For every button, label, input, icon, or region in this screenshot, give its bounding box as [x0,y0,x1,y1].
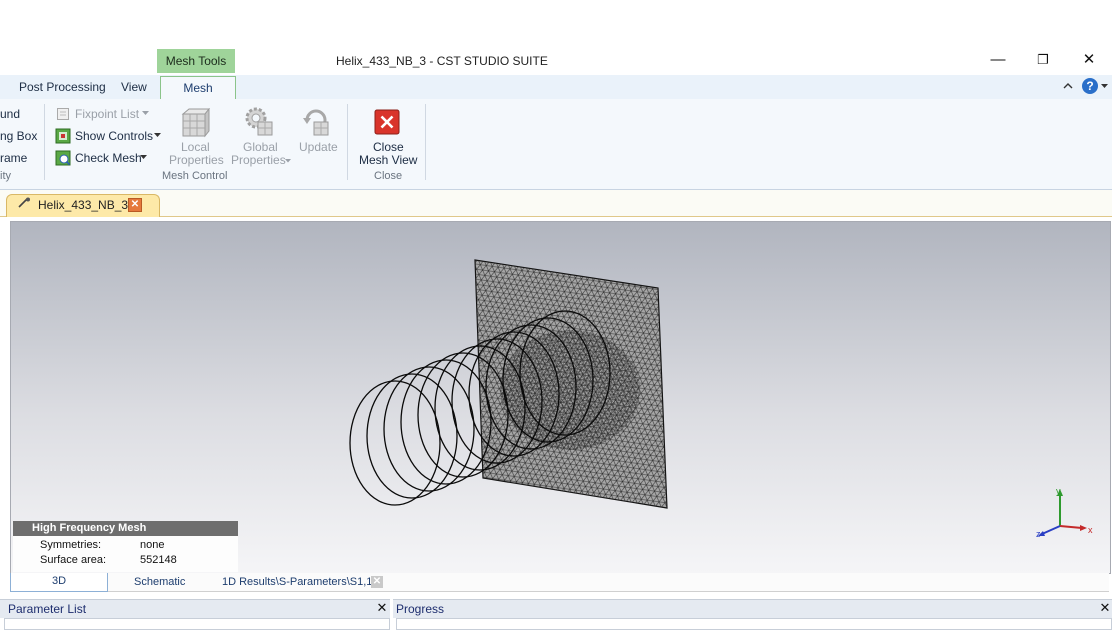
ribbon-separator [347,104,348,180]
show-controls-dropdown-icon[interactable] [154,133,161,138]
mesh-control-group-label: Mesh Control [162,170,228,182]
global-properties-label-2[interactable]: Properties [231,153,286,167]
mesh-info-value: 552148 [140,554,177,566]
global-properties-dropdown-icon[interactable] [285,159,291,163]
ribbon-clipped-item[interactable]: und [0,107,20,121]
view-tab-schematic[interactable]: Schematic [134,574,185,590]
axis-y-label: y [1056,486,1061,496]
axis-z-label: z [1036,529,1041,539]
window-title: Helix_433_NB_3 - CST STUDIO SUITE [336,54,548,68]
close-window-button[interactable]: ✕ [1075,48,1103,72]
help-icon[interactable]: ? [1082,78,1098,94]
mesh-model [349,259,668,509]
fixpoint-list-icon [57,108,69,120]
check-mesh-button[interactable]: Check Mesh [75,151,142,165]
parameter-list-body[interactable] [4,618,390,630]
close-view-tab-icon[interactable]: ✕ [371,576,383,588]
close-mesh-view-label-2[interactable]: Mesh View [359,153,417,167]
minimize-button[interactable]: — [984,48,1012,72]
local-properties-label-1[interactable]: Local [181,140,210,154]
minimize-ribbon-icon[interactable] [1063,81,1073,91]
local-properties-label-2[interactable]: Properties [169,153,224,167]
close-tab-icon[interactable]: ✕ [128,198,142,212]
show-controls-button[interactable]: Show Controls [75,129,153,143]
fixpoint-list-button[interactable]: Fixpoint List [75,107,139,121]
close-mesh-view-label-1[interactable]: Close [373,140,404,154]
mesh-info-key: Symmetries: [40,539,102,551]
ribbon-separator [44,104,45,180]
axis-triad [1038,489,1087,536]
context-tab-mesh-tools: Mesh Tools [157,49,235,73]
project-file-icon [18,197,30,208]
progress-header: Progress [393,599,1112,618]
tab-post-processing[interactable]: Post Processing [19,75,106,99]
help-dropdown-icon[interactable] [1101,84,1108,89]
close-parameter-list-button[interactable]: ✕ [375,599,389,617]
parameter-list-header: Parameter List [0,599,390,618]
tab-mesh[interactable]: Mesh [160,76,236,101]
ribbon-clipped-item[interactable]: ng Box [0,129,37,143]
ribbon-separator [425,104,426,180]
check-mesh-icon [55,150,71,166]
show-controls-icon [55,128,71,144]
progress-body[interactable] [396,618,1112,630]
mesh-info-key: Surface area: [40,554,107,566]
update-button[interactable]: Update [299,140,338,154]
close-progress-button[interactable]: ✕ [1098,599,1112,617]
view-tab-s-parameters[interactable]: 1D Results\S-Parameters\S1,1 [222,574,372,590]
view-tab-3d[interactable]: 3D [10,573,108,592]
local-properties-icon [181,108,210,138]
check-mesh-dropdown-icon[interactable] [140,155,147,160]
mesh-info-title: High Frequency Mesh [13,521,238,536]
fixpoint-dropdown-icon[interactable] [142,111,149,116]
restore-button[interactable]: ❐ [1029,48,1057,72]
close-mesh-view-icon [374,109,400,135]
document-tab-strip [0,190,1112,217]
axis-x-label: x [1088,525,1093,535]
ribbon-clipped-group-label: ity [0,170,11,182]
ribbon-clipped-item[interactable]: rame [0,151,27,165]
update-icon [303,109,329,136]
global-properties-label-1[interactable]: Global [243,140,278,154]
global-properties-icon [245,107,273,136]
close-group-label: Close [374,170,403,182]
tab-view[interactable]: View [121,75,147,99]
mesh-info-value: none [140,539,165,551]
document-tab-label[interactable]: Helix_433_NB_3* [38,198,133,212]
